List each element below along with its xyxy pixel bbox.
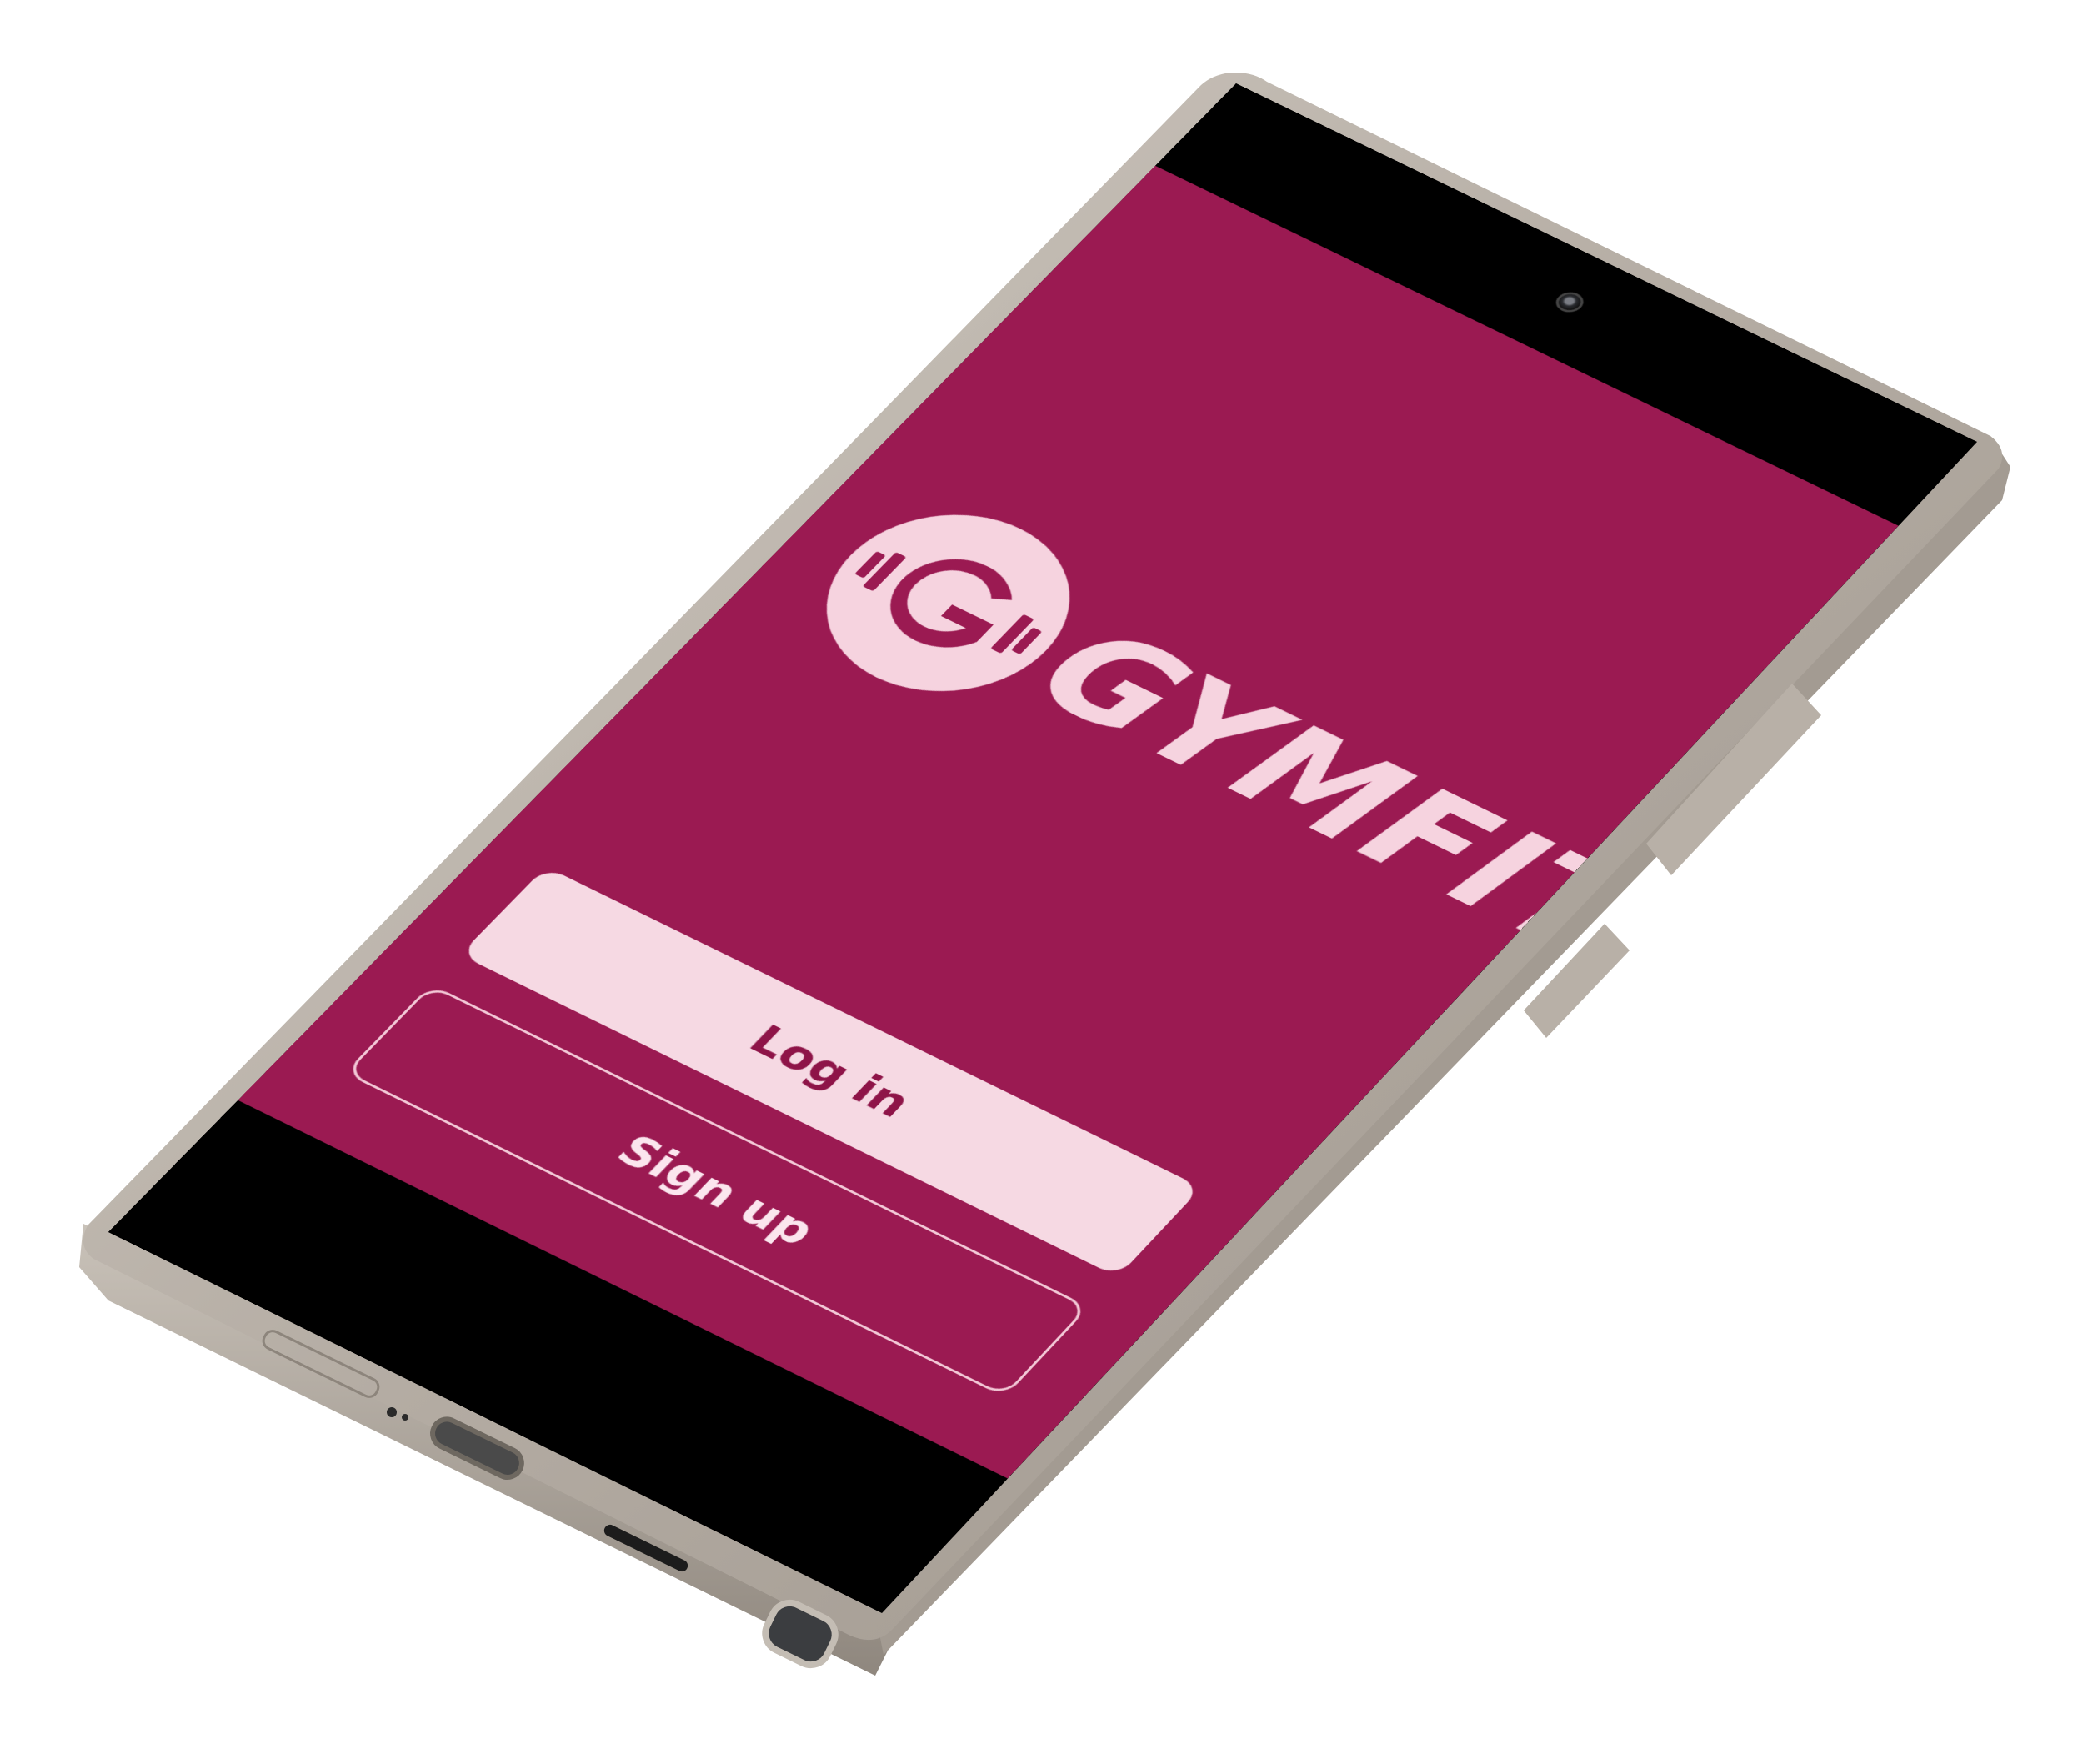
- front-camera-icon: [1550, 288, 1590, 317]
- gymfit-logo: GYMFIT: [778, 481, 1667, 985]
- microphone-hole: [387, 1407, 397, 1417]
- microphone-hole-2: [402, 1414, 408, 1421]
- device-mockup: GYMFIT Log in Sign up: [0, 0, 2088, 1764]
